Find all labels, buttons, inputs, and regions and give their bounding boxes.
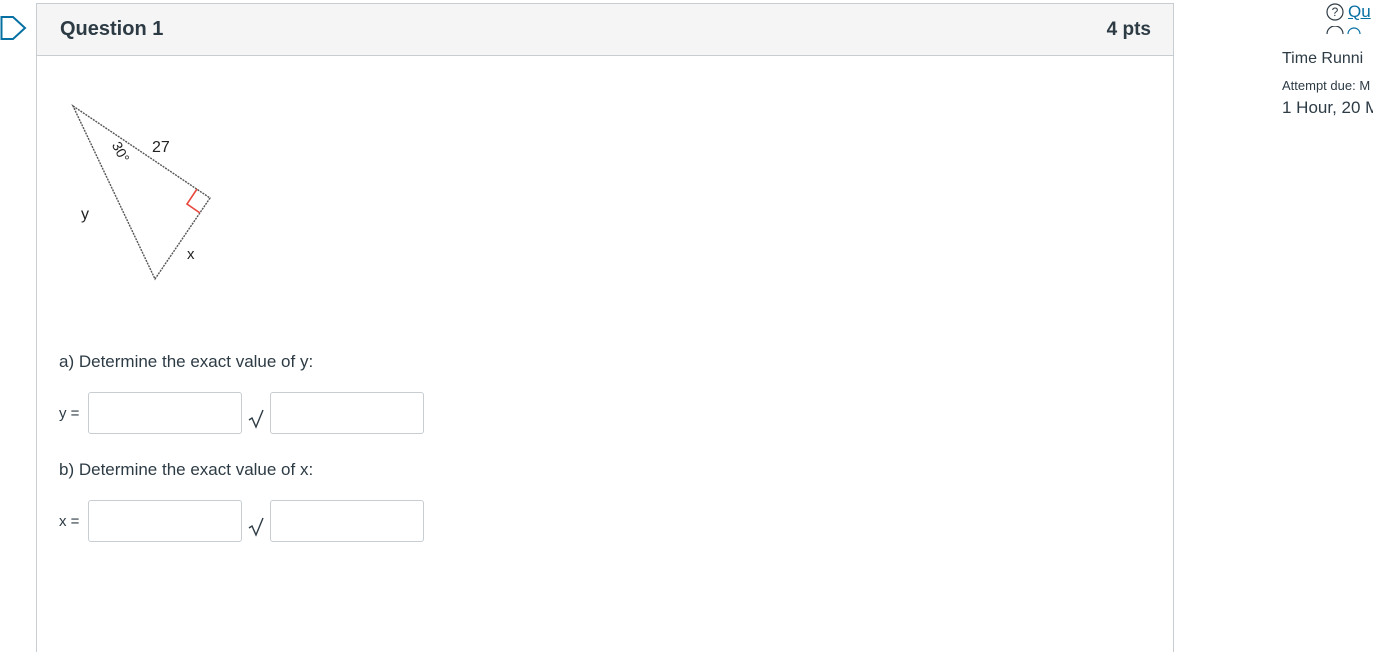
part-a-label: y = (59, 404, 80, 422)
attempt-due-text: Attempt due: M (1282, 78, 1371, 93)
question-header: Question 1 4 pts (37, 4, 1173, 56)
square-root-icon (242, 391, 270, 435)
angle-label: 30° (109, 139, 133, 165)
part-b-label: x = (59, 512, 80, 530)
time-remaining-value: 1 Hour, 20 M (1282, 98, 1373, 117)
right-angle-marker (185, 188, 201, 214)
sidebar-link-label: Qu (1348, 2, 1371, 21)
part-b-prompt: b) Determine the exact value of x: (59, 460, 314, 479)
sidebar-second-link-icon[interactable] (1326, 26, 1366, 34)
side-y-label: y (81, 206, 89, 223)
square-root-icon (242, 499, 270, 543)
part-b-answer-row: x = (59, 499, 424, 543)
triangle-figure: 27 30° y x (71, 104, 211, 281)
x-radicand-input[interactable] (270, 500, 424, 542)
quiz-sidebar: ? Qu Time Runni Attempt due: M 1 Hour, 2… (1281, 0, 1373, 652)
question-card: Question 1 4 pts 27 30° y x a) Determine… (36, 3, 1174, 652)
y-radicand-input[interactable] (270, 392, 424, 434)
svg-text:?: ? (1332, 5, 1339, 19)
part-a-answer-row: y = (59, 391, 424, 435)
sidebar-help-link[interactable]: ? Qu (1326, 2, 1371, 22)
part-a-prompt: a) Determine the exact value of y: (59, 352, 314, 371)
side-x-label: x (187, 246, 195, 263)
question-circle-icon: ? (1326, 3, 1344, 21)
time-running-title: Time Runni (1282, 50, 1364, 67)
quiz-page: Question 1 4 pts 27 30° y x a) Determine… (0, 0, 1373, 652)
y-coefficient-input[interactable] (88, 392, 242, 434)
x-coefficient-input[interactable] (88, 500, 242, 542)
flag-question-icon[interactable] (0, 15, 28, 41)
hypotenuse-label: 27 (152, 139, 170, 156)
question-title: Question 1 (60, 18, 164, 40)
question-points: 4 pts (1106, 18, 1151, 40)
